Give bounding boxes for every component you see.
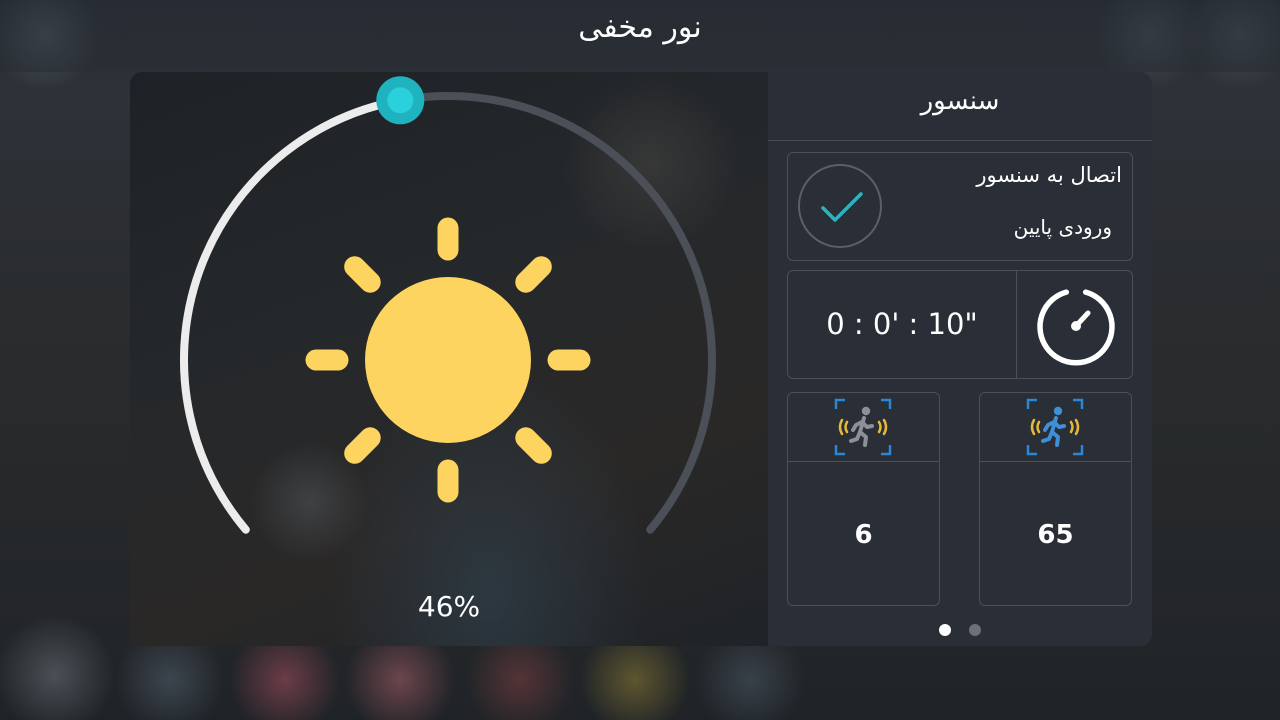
gauge-knob[interactable] (376, 76, 425, 125)
motion-value-active: 65 (1037, 520, 1074, 550)
page-dot-active[interactable] (939, 624, 951, 636)
gauge-fill (180, 96, 405, 534)
input-label: ورودی پایین (1013, 215, 1112, 239)
timer-value: 0 : 0' : 10" (826, 307, 978, 341)
sensor-title: سنسور (768, 72, 1152, 141)
checkmark-icon (821, 192, 863, 222)
connection-status (798, 164, 882, 248)
motion-sensor-inactive-icon (834, 398, 892, 456)
stopwatch-icon (1037, 289, 1115, 366)
brightness-section: 46% (130, 72, 768, 646)
brightness-percent: 46% (417, 590, 481, 623)
motion-sensor-card-inactive[interactable]: 6 (787, 392, 940, 606)
page-title: نور مخفی (578, 10, 702, 45)
connection-label: اتصال به سنسور (976, 163, 1122, 187)
page-dot[interactable] (969, 624, 981, 636)
timer-card[interactable]: 0 : 0' : 10" (787, 270, 1133, 379)
page-indicator (768, 624, 1152, 636)
sensor-panel: سنسور اتصال به سنسور ورودی پایین 0 : 0' … (768, 72, 1152, 646)
motion-sensor-card-active[interactable]: 65 (979, 392, 1132, 606)
sun-icon (305, 217, 591, 503)
sensor-connection-card[interactable]: اتصال به سنسور ورودی پایین (787, 152, 1133, 261)
motion-sensor-active-icon (1026, 398, 1084, 456)
motion-value-inactive: 6 (854, 520, 873, 550)
timer-divider (1016, 271, 1017, 378)
light-control-panel: 46% سنسور اتصال به سنسور ورودی پایین 0 :… (130, 72, 1152, 646)
brightness-gauge[interactable] (130, 72, 768, 646)
